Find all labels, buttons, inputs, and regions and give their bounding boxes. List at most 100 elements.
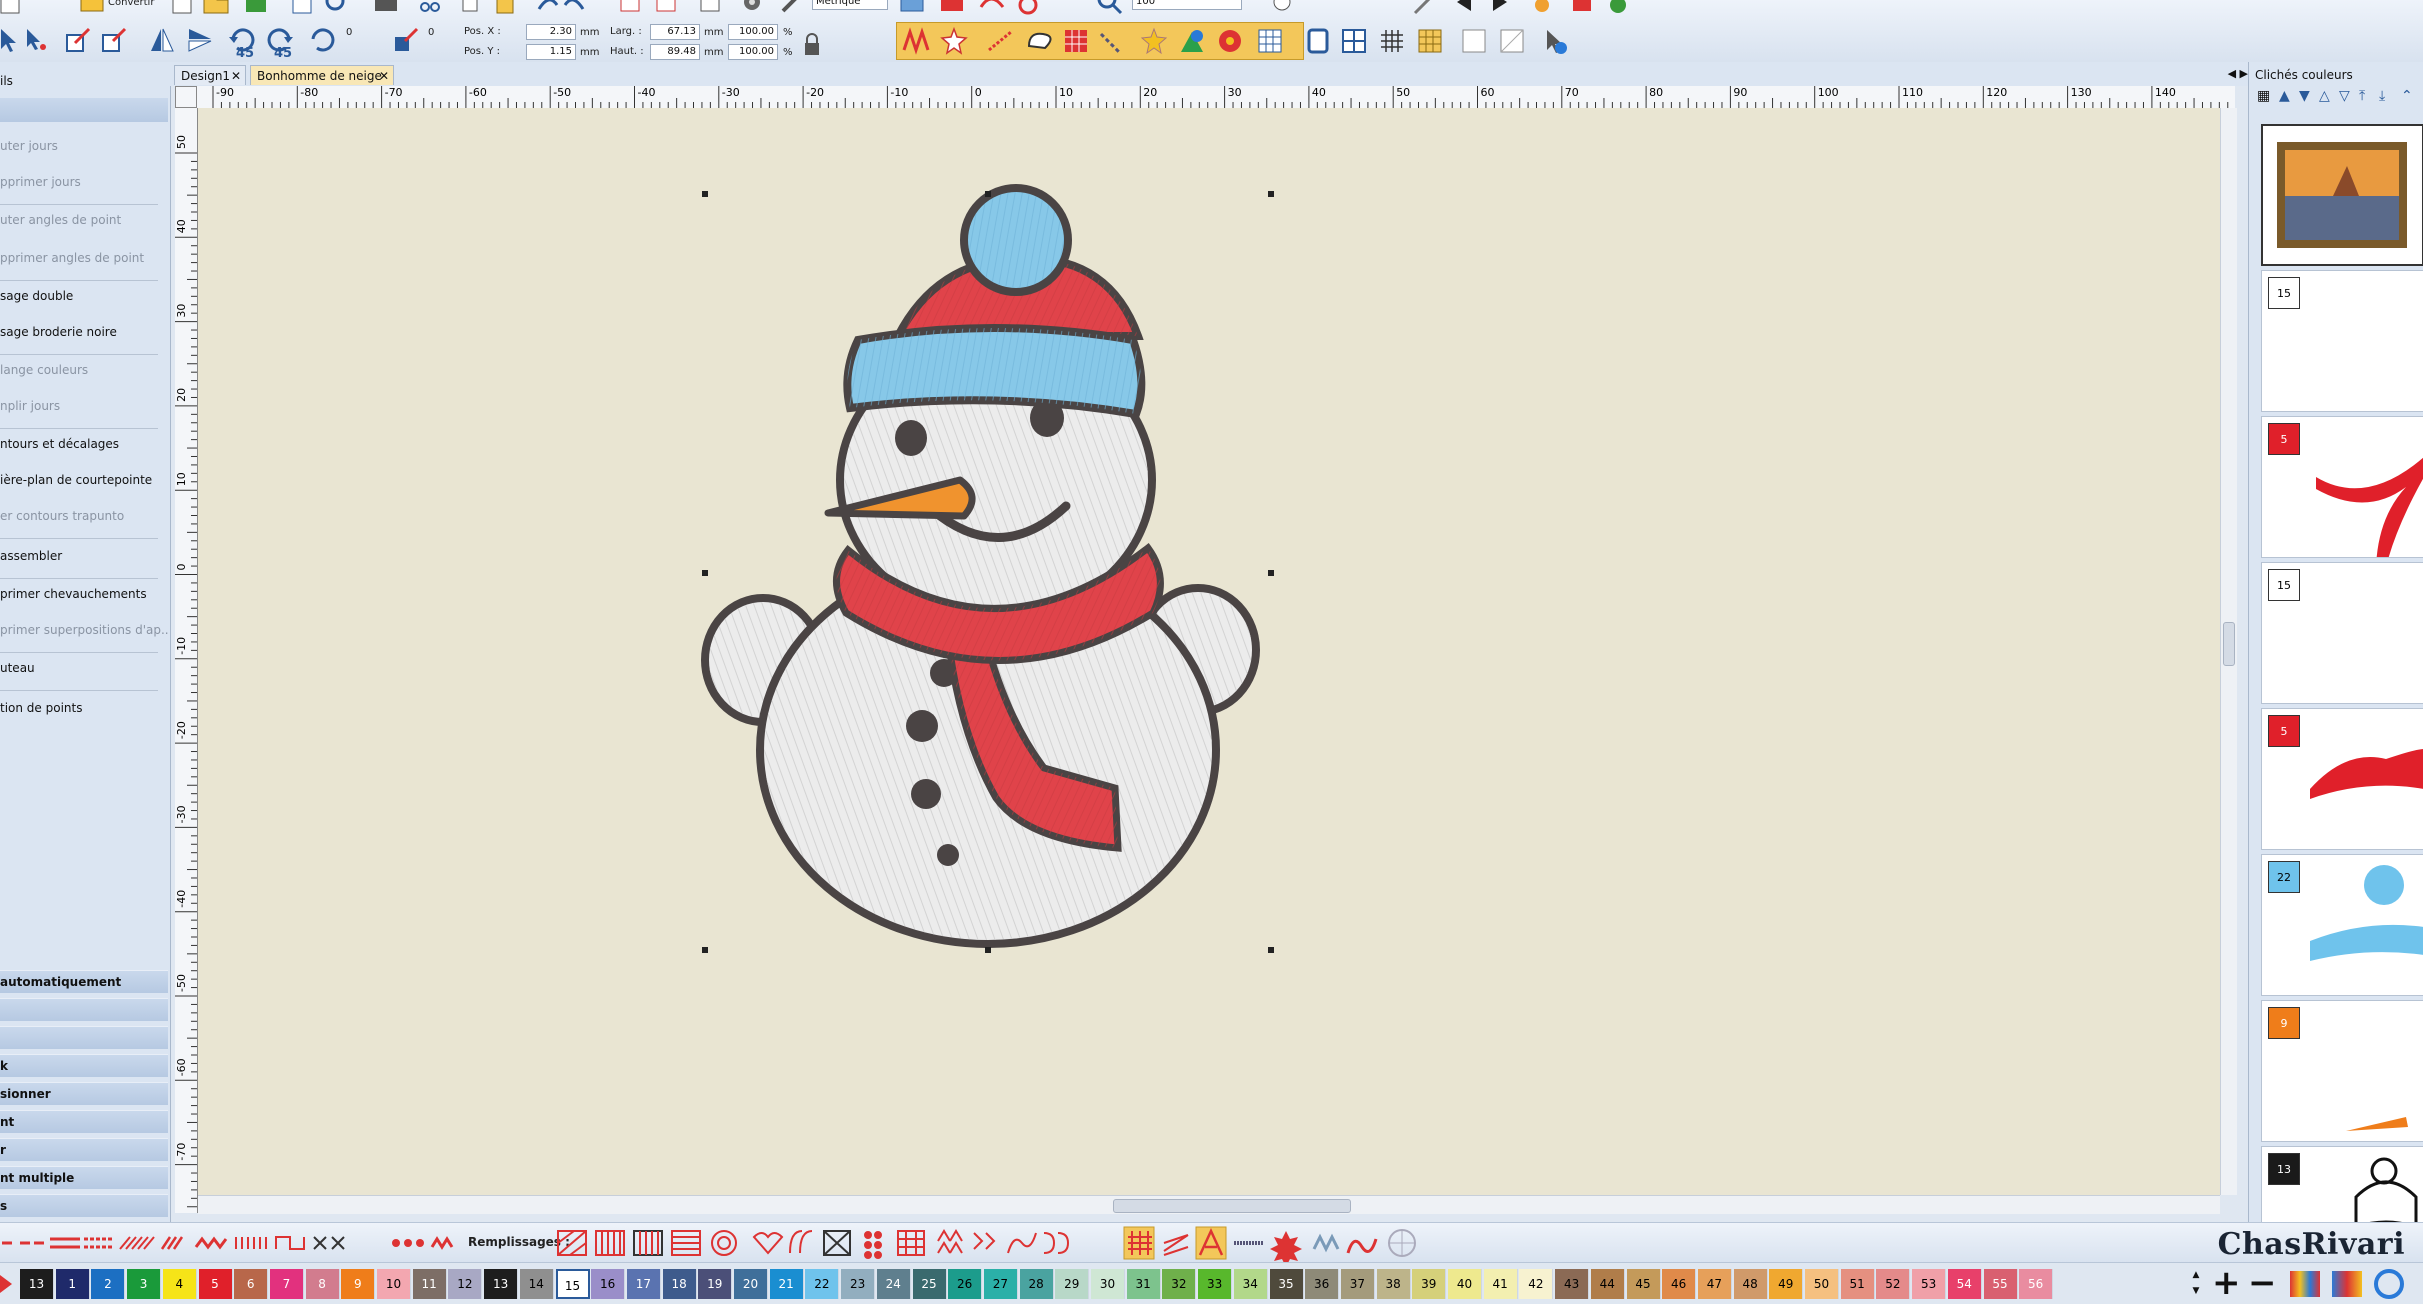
panel-section-6[interactable]: nt	[0, 1110, 168, 1133]
move-up-one-icon[interactable]: △	[2319, 88, 2330, 104]
tab-snowman[interactable]: Bonhomme de neige ✕	[250, 65, 394, 85]
stitch-player-icon[interactable]	[1526, 0, 1558, 18]
color-clip-hat-band[interactable]: 22	[2261, 854, 2423, 996]
grid-icon[interactable]: ▦	[2257, 88, 2270, 104]
zoom-field[interactable]: 100	[1132, 0, 1242, 10]
palette-color-47[interactable]: 47	[1697, 1269, 1732, 1299]
palette-color-21[interactable]: 21	[769, 1269, 804, 1299]
design-canvas[interactable]	[198, 108, 2220, 1195]
fine-grid-icon[interactable]	[1376, 25, 1408, 57]
handle[interactable]	[1268, 947, 1274, 953]
palette-color-51[interactable]: 51	[1840, 1269, 1875, 1299]
color-clip-scarf[interactable]: 5	[2261, 416, 2423, 558]
background-image-clip[interactable]	[2261, 124, 2423, 266]
zoom-page-icon[interactable]	[320, 0, 352, 18]
new-doc-button[interactable]	[0, 0, 26, 18]
tool-remove-overlaps[interactable]: primer chevauchements	[0, 584, 168, 604]
handle[interactable]	[985, 947, 991, 953]
handle[interactable]	[702, 947, 708, 953]
palette-scroll-icon[interactable]: ▲ ▼	[2190, 1267, 2202, 1299]
palette-color-6[interactable]: 6	[234, 1269, 269, 1299]
tool-remove-applique-overlaps[interactable]: primer superpositions d'ap...	[0, 620, 168, 640]
palette-color-15[interactable]: 15	[555, 1269, 590, 1299]
palette-color-12[interactable]: 12	[448, 1269, 483, 1299]
globe-icon[interactable]	[1602, 0, 1634, 18]
cut-icon[interactable]	[414, 0, 446, 18]
fill-grid-icon[interactable]	[1060, 25, 1092, 57]
transform-icon[interactable]	[390, 24, 422, 56]
tab-scroll-arrows-icon[interactable]: ◀ ▶	[2228, 67, 2248, 80]
next-icon[interactable]	[1484, 0, 1516, 18]
tool-fill-gaps[interactable]: nplir jours	[0, 396, 168, 416]
palette-color-11[interactable]: 11	[412, 1269, 447, 1299]
tool-trapunto-outlines[interactable]: er contours trapunto	[0, 506, 168, 526]
tab-design1[interactable]: Design1 ✕	[174, 65, 246, 85]
panel-section-5[interactable]: sionner	[0, 1082, 168, 1105]
hoop-view-icon[interactable]	[1302, 25, 1334, 57]
tool-remove-stitch-angles[interactable]: pprimer angles de point	[0, 248, 168, 268]
palette-color-49[interactable]: 49	[1769, 1269, 1804, 1299]
grid-view-icon[interactable]	[1338, 25, 1370, 57]
fill-pattern-icons[interactable]	[554, 1223, 1454, 1263]
color-cycle-icon[interactable]	[2374, 1269, 2404, 1299]
tool-blackwork-pass[interactable]: sage broderie noire	[0, 322, 168, 342]
resize-tool-2-icon[interactable]	[98, 24, 130, 56]
tool-merge[interactable]: assembler	[0, 546, 168, 566]
open-folder-icon[interactable]	[200, 0, 232, 18]
pos-y-input[interactable]: 1.15	[526, 44, 576, 60]
height-input[interactable]: 89.48	[650, 44, 700, 60]
cross-stitch-grid-icon[interactable]	[1254, 25, 1286, 57]
tool-add-stitch-angles[interactable]: uter angles de point	[0, 210, 168, 230]
palette-color-42[interactable]: 42	[1519, 1269, 1554, 1299]
palette-color-36[interactable]: 36	[1305, 1269, 1340, 1299]
palette-color-55[interactable]: 55	[1983, 1269, 2018, 1299]
tool-knife[interactable]: uteau	[0, 658, 168, 678]
line-stitch-icons[interactable]	[0, 1223, 460, 1263]
handle[interactable]	[1268, 570, 1274, 576]
palette-color-4[interactable]: 4	[162, 1269, 197, 1299]
resize-tool-icon[interactable]	[62, 24, 94, 56]
stitch-tool-icon[interactable]	[614, 0, 646, 18]
horizontal-scroll-thumb[interactable]	[1113, 1199, 1351, 1213]
add-color-icon[interactable]: +	[2212, 1263, 2241, 1303]
design-2-icon[interactable]	[1012, 0, 1044, 18]
palette-color-48[interactable]: 48	[1733, 1269, 1768, 1299]
tool-blend-colors[interactable]: lange couleurs	[0, 360, 168, 380]
panel-section-auto[interactable]: automatiquement	[0, 970, 168, 993]
design-icon[interactable]	[976, 0, 1008, 18]
pan-hand-icon[interactable]	[1266, 0, 1298, 18]
palette-color-18[interactable]: 18	[662, 1269, 697, 1299]
flower-stitch-icon[interactable]	[1214, 25, 1246, 57]
export-icon[interactable]	[370, 0, 402, 18]
height-percent-input[interactable]: 100.00	[728, 44, 778, 60]
move-down-icon[interactable]: ▼	[2299, 88, 2310, 104]
color-clip-carrot[interactable]: 9	[2261, 1000, 2423, 1142]
palette-color-24[interactable]: 24	[876, 1269, 911, 1299]
print-preview-icon[interactable]	[286, 0, 318, 18]
palette-color-40[interactable]: 40	[1448, 1269, 1482, 1299]
background-view-2-icon[interactable]	[1496, 25, 1528, 57]
collapse-icon[interactable]: ⌃	[2401, 88, 2413, 104]
paste-icon[interactable]	[490, 0, 522, 18]
palette-color-7[interactable]: 7	[269, 1269, 304, 1299]
palette-color-9[interactable]: 9	[341, 1269, 376, 1299]
zoom-icon[interactable]	[1094, 0, 1126, 18]
sewing-machine-icon[interactable]	[1566, 0, 1598, 18]
palette-color-20[interactable]: 20	[734, 1269, 768, 1299]
zigzag-stitch-icon[interactable]	[900, 25, 932, 57]
ruler-grid-icon[interactable]	[1414, 25, 1446, 57]
panel-section-3[interactable]	[0, 1026, 168, 1049]
tools-icon[interactable]	[776, 0, 808, 18]
mirror-horizontal-icon[interactable]	[184, 24, 216, 56]
palette-color-5[interactable]: 5	[198, 1269, 233, 1299]
palette-color-17[interactable]: 17	[626, 1269, 661, 1299]
palette-color-13[interactable]: 13	[484, 1269, 519, 1299]
rotate-free-icon[interactable]	[306, 24, 338, 56]
pos-x-input[interactable]: 2.30	[526, 24, 576, 40]
palette-color-13[interactable]: 13	[20, 1269, 54, 1299]
tool-add-gaps[interactable]: uter jours	[0, 136, 168, 156]
palette-color-30[interactable]: 30	[1091, 1269, 1125, 1299]
palette-color-29[interactable]: 29	[1055, 1269, 1090, 1299]
undo-icon[interactable]	[530, 0, 562, 18]
move-top-icon[interactable]: ⤒	[2359, 88, 2365, 104]
